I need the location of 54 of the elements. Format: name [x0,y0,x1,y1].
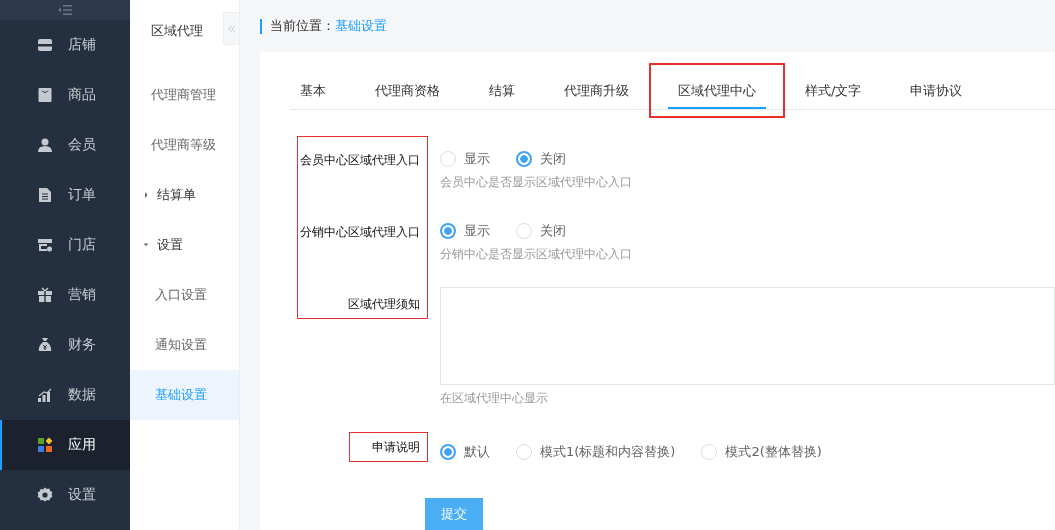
nav-item[interactable]: 店铺 [0,20,130,70]
nav-item[interactable]: 门店 [0,220,130,270]
store-icon [37,237,53,253]
field-label: 申请说明 [372,439,420,456]
nav-item[interactable]: 订单 [0,170,130,220]
bar-chart-icon [37,387,53,403]
radio-option[interactable]: 关闭 [516,222,566,240]
help-text: 会员中心是否显示区域代理中心入口 [440,174,633,191]
field-label: 会员中心区域代理入口 [300,152,420,169]
tab[interactable]: 代理商升级 [554,74,639,109]
user-icon [37,137,53,153]
gear-icon [37,487,53,503]
breadcrumb-label: 当前位置： [270,17,335,35]
tab[interactable]: 基本 [290,74,336,109]
caret-down-icon [143,241,151,249]
radio-option[interactable]: 模式2(整体替换) [701,443,822,461]
radio-option[interactable]: 显示 [440,222,490,240]
section-title: 区域代理 [151,22,203,40]
nav-item[interactable]: 应用 [0,420,130,470]
money-bag-icon [37,337,53,353]
field-label: 区域代理须知 [348,296,420,313]
nav-item[interactable]: 财务 [0,320,130,370]
tab[interactable]: 区域代理中心 [668,74,766,109]
tab[interactable]: 申请协议 [900,74,973,109]
nav-item[interactable]: 设置 [0,470,130,520]
help-text: 分销中心是否显示区域代理中心入口 [440,246,633,263]
document-icon [37,187,53,203]
double-chevron-icon [226,23,237,34]
sidebar-item[interactable]: 通知设置 [130,320,239,370]
tab[interactable]: 结算 [479,74,525,109]
text-area[interactable] [440,287,1055,385]
apps-icon [37,437,53,453]
field-label: 分销中心区域代理入口 [300,224,420,241]
nav-item[interactable]: 商品 [0,70,130,120]
tab[interactable]: 样式/文字 [795,74,872,109]
nav-item[interactable]: 会员 [0,120,130,170]
sidebar-item[interactable]: 入口设置 [130,270,239,320]
menu-collapse-icon[interactable] [58,5,72,15]
collapse-button[interactable] [223,12,239,45]
help-text: 在区域代理中心显示 [440,390,549,407]
sidebar-item[interactable]: 代理商等级 [130,120,239,170]
sidebar-item[interactable]: 代理商管理 [130,70,239,120]
shop-icon [37,37,53,53]
nav-item[interactable]: 数据 [0,370,130,420]
nav-item[interactable]: 营销 [0,270,130,320]
sidebar-item[interactable]: 结算单 [130,170,239,220]
tab[interactable]: 代理商资格 [365,74,450,109]
gift-icon [37,287,53,303]
radio-option[interactable]: 模式1(标题和内容替换) [516,443,676,461]
bag-icon [37,87,53,103]
radio-option[interactable]: 关闭 [516,150,566,168]
sidebar-item[interactable]: 设置 [130,220,239,270]
radio-option[interactable]: 默认 [440,443,490,461]
radio-option[interactable]: 显示 [440,150,490,168]
